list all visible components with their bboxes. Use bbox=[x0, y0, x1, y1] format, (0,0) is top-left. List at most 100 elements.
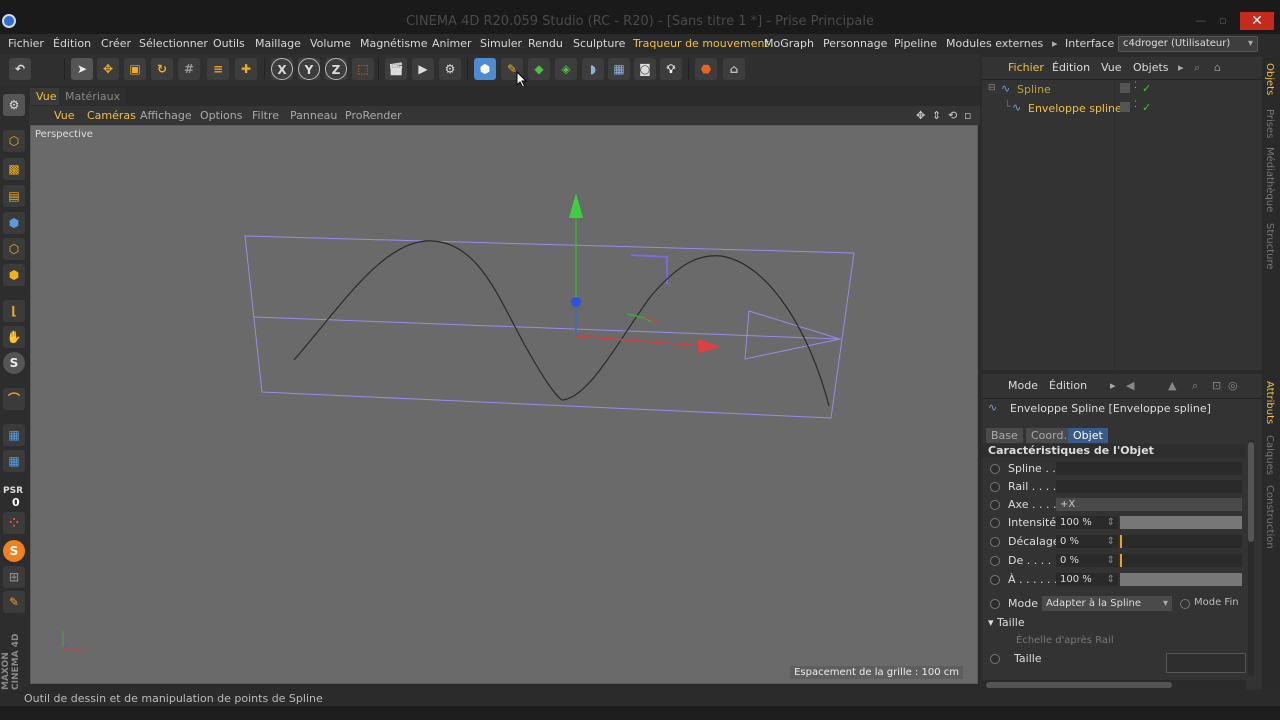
last-tool-button[interactable]: # bbox=[178, 58, 200, 80]
intensite-input[interactable]: 100 % ⇕ bbox=[1056, 516, 1118, 529]
array-button[interactable]: ◈ bbox=[555, 58, 577, 80]
menu-rendu[interactable]: Rendu bbox=[528, 37, 563, 50]
back-arrow-icon[interactable]: ◀ bbox=[1126, 379, 1134, 392]
attr-row-mode[interactable]: Mode Adapter à la Spline ▾ Mode Fin bbox=[986, 596, 1246, 612]
pan-view-icon[interactable]: ✥ bbox=[916, 109, 925, 122]
menu-outils[interactable]: Outils bbox=[213, 37, 245, 50]
tab-materiaux[interactable]: Matériaux bbox=[59, 88, 127, 105]
attr-row-intensite[interactable]: Intensité 100 % ⇕ bbox=[986, 515, 1246, 531]
keyframe-radio[interactable] bbox=[990, 537, 1000, 547]
horizontal-scrollbar[interactable] bbox=[982, 680, 1246, 690]
stepper-icon[interactable]: ⇕ bbox=[1107, 554, 1115, 567]
layers-button[interactable]: ≡ bbox=[207, 58, 229, 80]
viewport-menu-affichage[interactable]: Affichage bbox=[140, 109, 192, 122]
texture-mode-button[interactable]: ▩ bbox=[3, 158, 25, 180]
viewport-3d[interactable]: Perspective Espacement de la grille : 10… bbox=[30, 125, 978, 684]
am-menu-edition[interactable]: Édition bbox=[1049, 379, 1087, 392]
side-tab-calques[interactable]: Calques bbox=[1264, 435, 1275, 475]
visibility-dots-icon[interactable]: ⁚ bbox=[1134, 100, 1137, 110]
render-view-button[interactable]: 🎬︎ bbox=[385, 58, 407, 80]
home-icon[interactable]: ⌂ bbox=[1214, 61, 1221, 74]
undo-button[interactable]: ↶ bbox=[9, 58, 31, 80]
keyframe-radio[interactable] bbox=[1180, 599, 1190, 609]
keyframe-radio[interactable] bbox=[990, 464, 1000, 474]
planar-workplane-button[interactable]: ▦ bbox=[3, 450, 25, 472]
stepper-icon[interactable]: ⇕ bbox=[1107, 573, 1115, 586]
light-button[interactable]: 💡︎ bbox=[660, 58, 682, 80]
select-tool-button[interactable]: ➤ bbox=[71, 58, 93, 80]
model-mode-button[interactable]: ⬡ bbox=[3, 130, 25, 152]
interface-select[interactable]: c4droger (Utilisateur) ▾ bbox=[1118, 36, 1258, 52]
axis-select[interactable]: +X bbox=[1056, 498, 1242, 511]
menu-sculpture[interactable]: Sculpture bbox=[573, 37, 625, 50]
menu-edition[interactable]: Édition bbox=[53, 37, 91, 50]
viewport-menu-panneau[interactable]: Panneau bbox=[290, 109, 337, 122]
scroll-thumb[interactable] bbox=[986, 682, 1172, 688]
menu-modules-externes[interactable]: Modules externes bbox=[946, 37, 1043, 50]
search-icon[interactable]: ⌕ bbox=[1194, 61, 1200, 75]
axis-z-button[interactable]: Z bbox=[325, 58, 347, 80]
workplane-lock-button[interactable]: ▦ bbox=[3, 424, 25, 446]
keyframe-radio[interactable] bbox=[990, 575, 1000, 585]
keyframe-radio[interactable] bbox=[990, 482, 1000, 492]
viewport-menu-cameras[interactable]: Caméras bbox=[87, 109, 136, 122]
subdivision-button[interactable]: ◆ bbox=[528, 58, 550, 80]
zoom-view-icon[interactable]: ⇕ bbox=[932, 109, 941, 122]
menu-mograph[interactable]: MoGraph bbox=[764, 37, 814, 50]
deformer-button[interactable]: ◗ bbox=[582, 58, 604, 80]
keyframe-radio[interactable] bbox=[990, 518, 1000, 528]
search-icon[interactable]: ⌕ bbox=[1192, 379, 1198, 393]
render-picture-viewer-button[interactable]: ▶ bbox=[412, 58, 434, 80]
viewport-menu-options[interactable]: Options bbox=[200, 109, 242, 122]
texture-axis-button[interactable]: ⊞ bbox=[3, 566, 25, 588]
axis-x-button[interactable]: X bbox=[271, 58, 293, 80]
decalage-slider[interactable] bbox=[1120, 535, 1242, 548]
viewport-menu-filtre[interactable]: Filtre bbox=[252, 109, 279, 122]
solo-button[interactable]: S bbox=[3, 352, 25, 374]
side-tab-objets[interactable]: Objets bbox=[1264, 63, 1275, 95]
side-tab-attributs[interactable]: Attributs bbox=[1264, 381, 1275, 424]
om-menu-vue[interactable]: Vue bbox=[1101, 61, 1122, 74]
prorender-button[interactable]: ⌂ bbox=[723, 58, 745, 80]
tab-base[interactable]: Base bbox=[986, 428, 1023, 443]
decalage-input[interactable]: 0 % ⇕ bbox=[1056, 535, 1118, 548]
side-tab-structure[interactable]: Structure bbox=[1264, 223, 1275, 270]
attr-row-axe[interactable]: Axe . . . . +X bbox=[986, 497, 1246, 513]
om-overflow-arrow-icon[interactable]: ▸ bbox=[1178, 61, 1184, 74]
scroll-thumb[interactable] bbox=[1248, 442, 1254, 542]
brush-button[interactable]: ✎ bbox=[3, 591, 25, 613]
menu-magnetisme[interactable]: Magnétisme bbox=[360, 37, 428, 50]
cube-button[interactable]: ⬢ bbox=[474, 58, 496, 80]
am-overflow-arrow-icon[interactable]: ▸ bbox=[1110, 379, 1116, 392]
menu-creer[interactable]: Créer bbox=[101, 37, 131, 50]
keyframe-radio[interactable] bbox=[990, 654, 1000, 664]
menu-selectionner[interactable]: Sélectionner bbox=[139, 37, 208, 50]
maximize-button[interactable]: ▫ bbox=[1210, 12, 1236, 30]
side-tab-prises[interactable]: Prises bbox=[1264, 109, 1275, 138]
de-input[interactable]: 0 % ⇕ bbox=[1056, 554, 1118, 567]
toggle-view-icon[interactable]: ▫ bbox=[964, 109, 971, 122]
stepper-icon[interactable]: ⇕ bbox=[1107, 535, 1115, 548]
a-slider[interactable] bbox=[1120, 573, 1242, 586]
edit-toggle-icon[interactable] bbox=[1120, 102, 1130, 112]
attr-row-taille[interactable]: Taille bbox=[986, 651, 1246, 673]
edit-toggle-icon[interactable] bbox=[1120, 83, 1130, 93]
om-menu-objets[interactable]: Objets bbox=[1133, 61, 1169, 74]
visibility-dots-icon[interactable]: ⁚ bbox=[1134, 81, 1137, 91]
keyframe-radio[interactable] bbox=[990, 556, 1000, 566]
quicktab-button[interactable]: S bbox=[3, 540, 25, 562]
floor-button[interactable]: ▦ bbox=[608, 58, 630, 80]
slider-knob[interactable] bbox=[1120, 554, 1122, 567]
menu-overflow-arrow-icon[interactable]: ▸ bbox=[1052, 37, 1058, 50]
tab-objet[interactable]: Objet bbox=[1068, 428, 1108, 443]
rotate-view-icon[interactable]: ⟲ bbox=[948, 109, 957, 122]
checkmark-icon[interactable]: ✓ bbox=[1142, 101, 1151, 114]
menu-traqueur[interactable]: Traqueur de mouvement bbox=[633, 37, 769, 50]
move-tool-button[interactable]: ✥ bbox=[97, 58, 119, 80]
mograph-button[interactable]: ⬣ bbox=[695, 58, 717, 80]
menu-maillage[interactable]: Maillage bbox=[255, 37, 301, 50]
om-menu-fichier[interactable]: Fichier bbox=[1008, 61, 1044, 74]
tweak-mode-button[interactable]: ✋ bbox=[3, 326, 25, 348]
render-settings-button[interactable]: ⚙ bbox=[439, 58, 461, 80]
up-arrow-icon[interactable]: ▲ bbox=[1168, 379, 1176, 392]
